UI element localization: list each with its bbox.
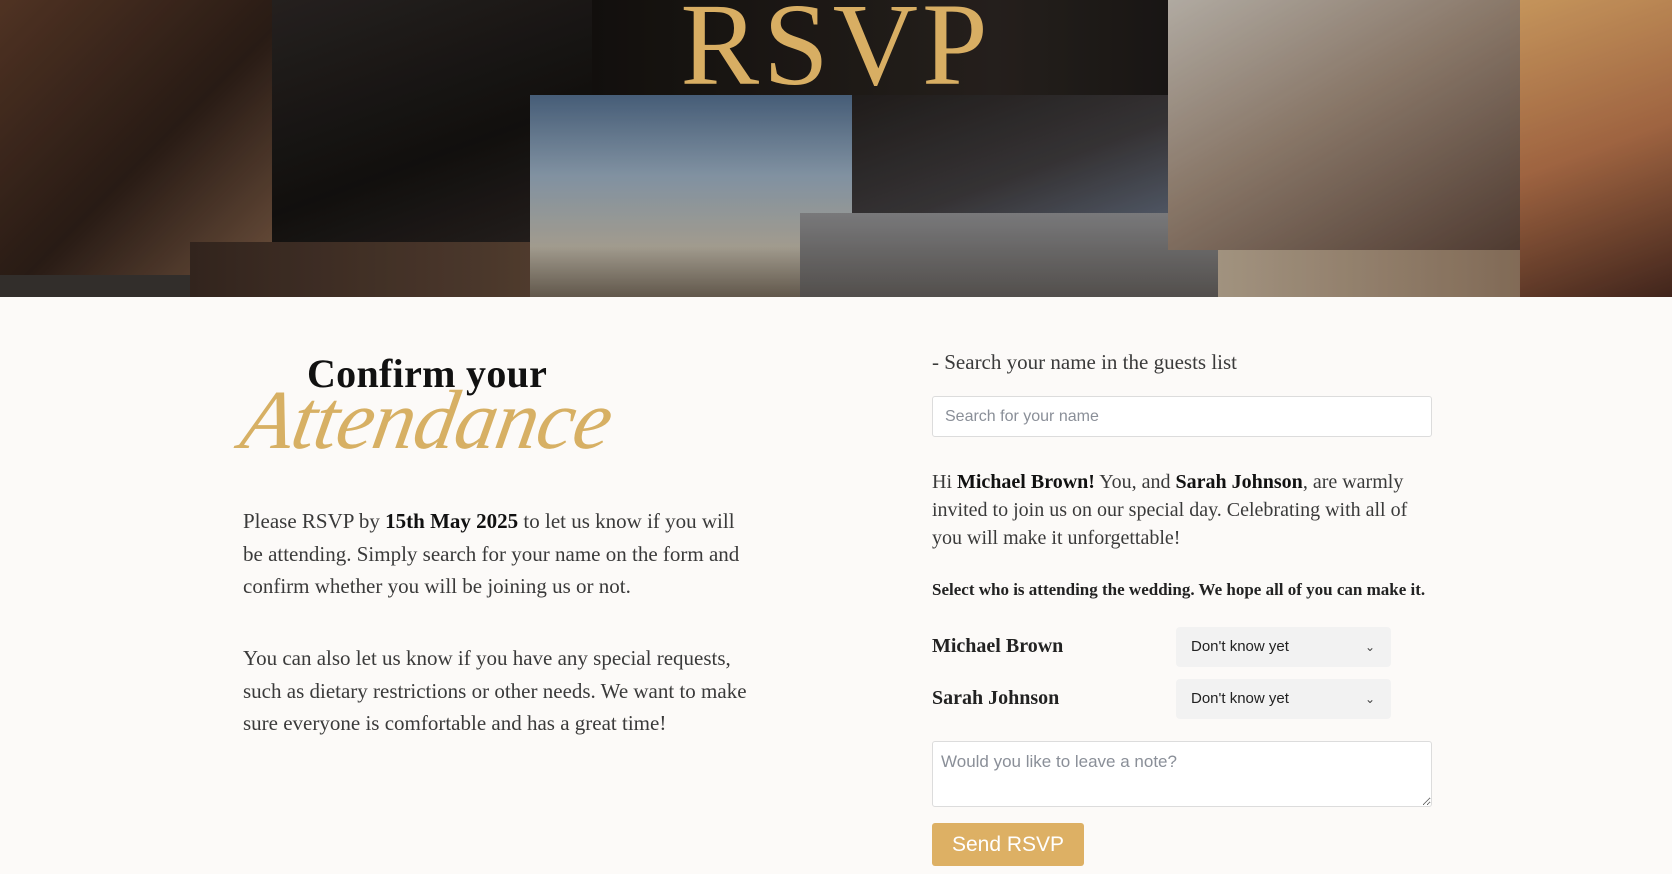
greeting-guest-name: Michael Brown! xyxy=(957,471,1095,493)
search-label: - Search your name in the guests list xyxy=(932,350,1238,374)
greeting-message: Hi Michael Brown! You, and Sarah Johnson… xyxy=(932,468,1432,552)
rsvp-deadline: 15th May 2025 xyxy=(385,509,519,533)
guest-row: Michael Brown Don't know yet ⌄ xyxy=(932,627,1392,667)
guest-name: Sarah Johnson xyxy=(932,687,1060,709)
collage-photo xyxy=(190,242,530,297)
guest-name: Michael Brown xyxy=(932,635,1064,657)
greeting-partner-name: Sarah Johnson xyxy=(1175,471,1303,493)
intro-section: Confirm your Attendance Please RSVP by 1… xyxy=(235,350,763,735)
attendance-instructions: Select who is attending the wedding. We … xyxy=(932,580,1426,599)
attendance-select[interactable]: Don't know yet ⌄ xyxy=(1176,679,1391,719)
note-textarea[interactable] xyxy=(932,741,1432,807)
intro-paragraph-1: Please RSVP by 15th May 2025 to let us k… xyxy=(243,505,753,603)
collage-photo xyxy=(852,95,1168,215)
intro-paragraph-2: You can also let us know if you have any… xyxy=(243,646,747,735)
collage-photo xyxy=(0,275,190,297)
attendance-select-value: Don't know yet xyxy=(1191,638,1289,655)
attendance-select-value: Don't know yet xyxy=(1191,690,1289,707)
chevron-down-icon: ⌄ xyxy=(1364,640,1375,654)
greeting-text: You, and xyxy=(1094,471,1176,493)
guest-row: Sarah Johnson Don't know yet ⌄ xyxy=(932,679,1392,719)
chevron-down-icon: ⌄ xyxy=(1364,692,1375,706)
attendance-select[interactable]: Don't know yet ⌄ xyxy=(1176,627,1391,667)
greeting-text: Hi xyxy=(932,471,957,493)
intro-text: Please RSVP by xyxy=(243,509,386,533)
section-heading: Confirm your Attendance xyxy=(235,350,763,467)
search-input[interactable] xyxy=(932,396,1432,437)
heading-script: Attendance xyxy=(234,374,620,467)
hero-banner: RSVP xyxy=(0,0,1672,297)
page-title: RSVP xyxy=(680,0,992,110)
collage-photo xyxy=(800,213,1225,297)
send-rsvp-button[interactable]: Send RSVP xyxy=(932,823,1084,866)
